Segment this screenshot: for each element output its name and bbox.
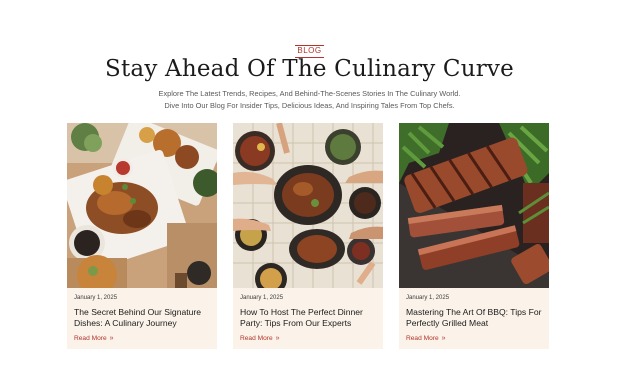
bbq-meat-photo[interactable] xyxy=(399,123,549,288)
description-line-1: Explore The Latest Trends, Recipes, And … xyxy=(158,89,461,98)
read-more-label: Read More xyxy=(240,335,273,342)
post-title[interactable]: The Secret Behind Our Signature Dishes: … xyxy=(74,307,214,329)
blog-section: BLOG Stay Ahead Of The Culinary Curve Ex… xyxy=(0,0,619,387)
double-chevron-right-icon: » xyxy=(109,335,114,342)
section-headline: Stay Ahead Of The Culinary Curve xyxy=(105,56,514,82)
dinner-party-photo[interactable] xyxy=(233,123,383,288)
blog-card-list: January 1, 2025 The Secret Behind Our Si… xyxy=(67,123,551,349)
section-description: Explore The Latest Trends, Recipes, And … xyxy=(0,88,619,112)
post-date: January 1, 2025 xyxy=(406,295,450,301)
blog-card[interactable]: January 1, 2025 How To Host The Perfect … xyxy=(233,123,383,349)
double-chevron-right-icon: » xyxy=(441,335,446,342)
description-line-2: Dive Into Our Blog For Insider Tips, Del… xyxy=(164,101,455,110)
read-more-label: Read More xyxy=(74,335,107,342)
post-date: January 1, 2025 xyxy=(240,295,284,301)
post-title[interactable]: Mastering The Art Of BBQ: Tips For Perfe… xyxy=(406,307,546,329)
blog-card[interactable]: January 1, 2025 Mastering The Art Of BBQ… xyxy=(399,123,549,349)
blog-card[interactable]: January 1, 2025 The Secret Behind Our Si… xyxy=(67,123,217,349)
post-title[interactable]: How To Host The Perfect Dinner Party: Ti… xyxy=(240,307,380,329)
post-date: January 1, 2025 xyxy=(74,295,118,301)
read-more-label: Read More xyxy=(406,335,439,342)
double-chevron-right-icon: » xyxy=(275,335,280,342)
signature-dishes-photo[interactable] xyxy=(67,123,217,288)
read-more-link[interactable]: Read More » xyxy=(240,335,280,342)
read-more-link[interactable]: Read More » xyxy=(406,335,446,342)
read-more-link[interactable]: Read More » xyxy=(74,335,114,342)
